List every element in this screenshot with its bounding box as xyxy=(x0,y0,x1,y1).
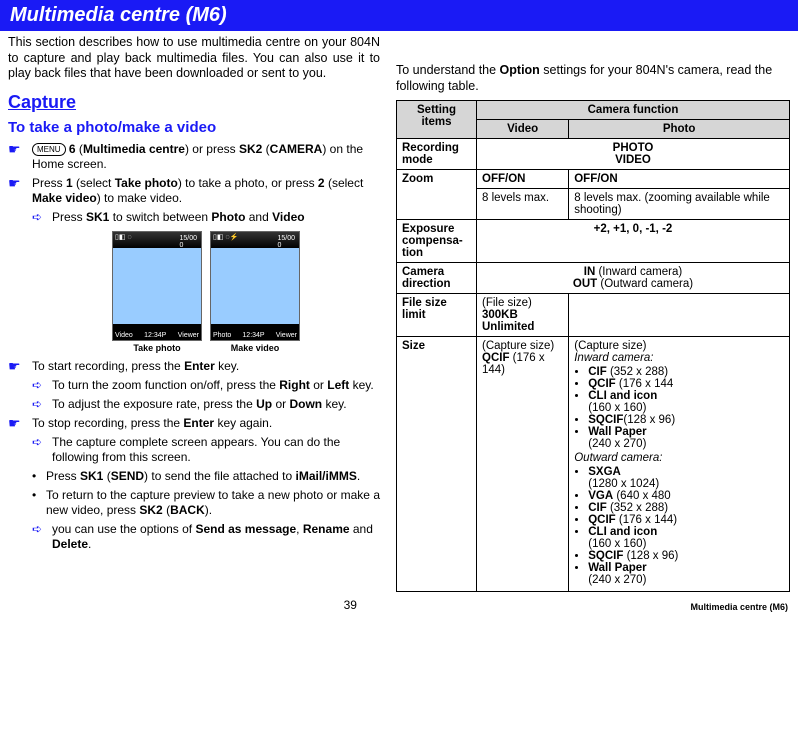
hand-pointer-icon: ☛ xyxy=(8,176,24,206)
menu-key-badge: MENU xyxy=(32,143,66,156)
row-size: Size xyxy=(397,337,477,592)
cell-camera-direction: IN (Inward camera) OUT (Outward camera) xyxy=(477,263,790,294)
intro-paragraph: This section describes how to use multim… xyxy=(8,35,380,82)
row-camera-direction: Camera direction xyxy=(397,263,477,294)
step-4-sub1: ➪ The capture complete screen appears. Y… xyxy=(32,435,380,465)
phone-screenshots: ▯◧ ◌ 15/000 Video12:34PViewer ▯◧ ◌⚡ 15/0… xyxy=(32,231,380,341)
cell-size-video: (Capture size) QCIF (176 x 144) xyxy=(477,337,569,592)
chapter-footer: Multimedia centre (M6) xyxy=(690,602,788,612)
th-video: Video xyxy=(477,120,569,139)
section-heading-capture: Capture xyxy=(8,92,380,113)
step-2: ☛ Press 1 (select Take photo) to take a … xyxy=(8,176,380,206)
sub-arrow-icon: ➪ xyxy=(32,378,44,393)
chapter-title-bar: Multimedia centre (M6) xyxy=(0,0,798,31)
step-4-sub3: ➪ you can use the options of Send as mes… xyxy=(32,522,380,552)
label-make-video: Make video xyxy=(210,343,300,353)
hand-pointer-icon: ☛ xyxy=(8,359,24,374)
cell-recording-mode: PHOTOVIDEO xyxy=(477,139,790,170)
step-1: ☛ MENU 6 (Multimedia centre) or press SK… xyxy=(8,142,380,172)
sub-arrow-icon: ➪ xyxy=(32,397,44,412)
row-file-size: File size limit xyxy=(397,294,477,337)
step-3-sub2: ➪ To adjust the exposure rate, press the… xyxy=(32,397,380,412)
cell-zoom-photo-detail: 8 levels max. (zooming available while s… xyxy=(569,189,790,220)
cell-file-size-photo xyxy=(569,294,790,337)
step-4-bullet2: • To return to the capture preview to ta… xyxy=(32,488,380,518)
phone-screen-video: ▯◧ ◌⚡ 15/000 Photo12:34PViewer xyxy=(210,231,300,341)
sub-arrow-icon: ➪ xyxy=(32,435,44,465)
th-camera-function: Camera function xyxy=(477,101,790,120)
th-photo: Photo xyxy=(569,120,790,139)
step-3-sub1: ➪ To turn the zoom function on/off, pres… xyxy=(32,378,380,393)
hand-pointer-icon: ☛ xyxy=(8,142,24,172)
cell-zoom-video: OFF/ON xyxy=(477,170,569,189)
sub-heading-take-photo: To take a photo/make a video xyxy=(8,119,380,136)
step-2-sub: ➪ Press SK1 to switch between Photo and … xyxy=(32,210,380,225)
th-setting-items: Setting items xyxy=(397,101,477,139)
page-content: This section describes how to use multim… xyxy=(0,31,798,592)
cell-file-size-video: (File size)300KBUnlimited xyxy=(477,294,569,337)
row-zoom: Zoom xyxy=(397,170,477,220)
left-column: This section describes how to use multim… xyxy=(8,35,380,592)
right-column: To understand the Option settings for yo… xyxy=(396,35,790,592)
step-4: ☛ To stop recording, press the Enter key… xyxy=(8,416,380,431)
label-take-photo: Take photo xyxy=(112,343,202,353)
cell-zoom-video-detail: 8 levels max. xyxy=(477,189,569,220)
page-number: 39 xyxy=(10,598,690,612)
sub-arrow-icon: ➪ xyxy=(32,522,44,552)
camera-options-table: Setting items Camera function Video Phot… xyxy=(396,100,790,592)
right-intro: To understand the Option settings for yo… xyxy=(396,63,790,94)
cell-zoom-photo: OFF/ON xyxy=(569,170,790,189)
page-footer: 39 Multimedia centre (M6) xyxy=(0,592,798,616)
phone-screen-photo: ▯◧ ◌ 15/000 Video12:34PViewer xyxy=(112,231,202,341)
hand-pointer-icon: ☛ xyxy=(8,416,24,431)
row-recording-mode: Recording mode xyxy=(397,139,477,170)
step-4-bullet1: • Press SK1 (SEND) to send the file atta… xyxy=(32,469,380,484)
cell-exposure: +2, +1, 0, -1, -2 xyxy=(477,220,790,263)
sub-arrow-icon: ➪ xyxy=(32,210,44,225)
step-3: ☛ To start recording, press the Enter ke… xyxy=(8,359,380,374)
cell-size-photo: (Capture size) Inward camera: CIF (352 x… xyxy=(569,337,790,592)
row-exposure: Exposure compensa-tion xyxy=(397,220,477,263)
screenshot-labels: Take photo Make video xyxy=(32,343,380,353)
